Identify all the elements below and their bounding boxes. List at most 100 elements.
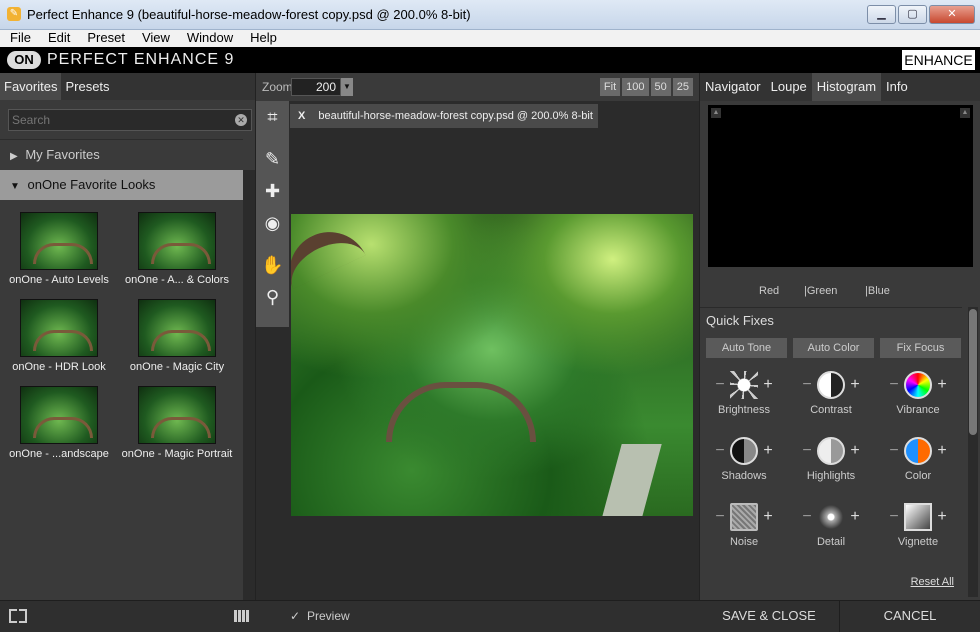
brush-tool-icon[interactable]: ✎: [256, 143, 289, 175]
left-scrollbar[interactable]: [243, 170, 255, 600]
fix-focus-button[interactable]: Fix Focus: [880, 338, 961, 358]
zoom-bar: Zoom 200 ▼ Fit 100 50 25: [256, 73, 699, 101]
tab-histogram[interactable]: Histogram: [811, 73, 882, 101]
decrease-icon[interactable]: −: [888, 508, 900, 526]
increase-icon[interactable]: +: [762, 508, 774, 526]
tab-info[interactable]: Info: [881, 73, 913, 101]
window-title: Perfect Enhance 9 (beautiful-horse-meado…: [27, 7, 471, 22]
maximize-button[interactable]: ▢: [898, 5, 927, 24]
minimize-button[interactable]: ▁: [867, 5, 896, 24]
red-eye-tool-icon[interactable]: ◉: [256, 207, 289, 239]
shadow-clip-icon[interactable]: ▲: [711, 108, 721, 118]
action-bar: SAVE & CLOSE CANCEL: [699, 600, 980, 632]
preset-landscape[interactable]: onOne - ...andscape: [0, 386, 118, 460]
qf-label: Contrast: [810, 404, 852, 416]
color-icon: [904, 437, 932, 465]
decrease-icon[interactable]: −: [888, 442, 900, 460]
cancel-button[interactable]: CANCEL: [840, 601, 980, 632]
document-tab-label: beautiful-horse-meadow-forest copy.psd @…: [318, 110, 593, 122]
qf-vibrance: − + Vibrance: [874, 369, 962, 416]
highlight-clip-icon[interactable]: ▲: [960, 108, 970, 118]
tab-navigator[interactable]: Navigator: [700, 73, 766, 101]
decrease-icon[interactable]: −: [714, 376, 726, 394]
menu-edit[interactable]: Edit: [38, 30, 77, 47]
increase-icon[interactable]: +: [849, 376, 861, 394]
search-box: ✕: [8, 109, 252, 131]
qf-label: Shadows: [721, 470, 767, 482]
preset-auto-levels[interactable]: onOne - Auto Levels: [0, 212, 118, 286]
auto-color-button[interactable]: Auto Color: [793, 338, 874, 358]
decrease-icon[interactable]: −: [801, 442, 813, 460]
increase-icon[interactable]: +: [762, 442, 774, 460]
close-button[interactable]: ✕: [929, 5, 975, 24]
decrease-icon[interactable]: −: [801, 376, 813, 394]
zoom-50-button[interactable]: 50: [650, 78, 671, 96]
increase-icon[interactable]: +: [849, 442, 861, 460]
zoom-tool-icon[interactable]: ⚲: [256, 281, 289, 313]
increase-icon[interactable]: +: [762, 376, 774, 394]
menu-file[interactable]: File: [0, 30, 38, 47]
split-view-icon[interactable]: [9, 609, 27, 623]
decrease-icon[interactable]: −: [888, 376, 900, 394]
tab-presets[interactable]: Presets: [61, 73, 113, 100]
preset-colors[interactable]: onOne - A... & Colors: [118, 212, 236, 286]
crop-tool-icon[interactable]: ⌗: [256, 101, 289, 133]
save-close-button[interactable]: SAVE & CLOSE: [699, 601, 840, 632]
qf-detail: − + Detail: [787, 501, 875, 548]
reset-all-link[interactable]: Reset All: [911, 576, 954, 588]
qf-highlights: − + Highlights: [787, 435, 875, 482]
preset-magic-portrait[interactable]: onOne - Magic Portrait: [118, 386, 236, 460]
increase-icon[interactable]: +: [936, 376, 948, 394]
preset-thumbnail: [138, 299, 216, 357]
menu-help[interactable]: Help: [240, 30, 284, 47]
search-input[interactable]: [9, 110, 229, 130]
menu-window[interactable]: Window: [177, 30, 240, 47]
group-favorite-looks[interactable]: ▼ onOne Favorite Looks: [0, 170, 243, 200]
increase-icon[interactable]: +: [936, 442, 948, 460]
bandage-tool-icon[interactable]: ✚: [256, 175, 289, 207]
increase-icon[interactable]: +: [849, 508, 861, 526]
zoom-dropdown-icon[interactable]: ▼: [341, 78, 353, 96]
zoom-25-button[interactable]: 25: [672, 78, 693, 96]
qf-label: Detail: [816, 536, 846, 548]
close-document-icon[interactable]: X: [298, 110, 305, 122]
histogram-channels: Red |Green |Blue: [700, 277, 975, 305]
qf-shadows: − + Shadows: [700, 435, 788, 482]
channel-red[interactable]: Red: [759, 285, 779, 297]
qf-label: Highlights: [806, 470, 856, 482]
thumbnail-size-icon[interactable]: [234, 610, 250, 622]
increase-icon[interactable]: +: [936, 508, 948, 526]
clear-search-icon[interactable]: ✕: [235, 114, 247, 126]
preset-label: onOne - Magic City: [129, 361, 225, 373]
shadows-icon: [730, 437, 758, 465]
tab-loupe[interactable]: Loupe: [766, 73, 812, 101]
enhance-mode-button[interactable]: ENHANCE: [902, 50, 975, 70]
menu-preset[interactable]: Preset: [77, 30, 132, 47]
menu-view[interactable]: View: [132, 30, 177, 47]
tab-favorites[interactable]: Favorites: [0, 73, 62, 100]
preset-magic-city[interactable]: onOne - Magic City: [118, 299, 236, 373]
preset-hdr-look[interactable]: onOne - HDR Look: [0, 299, 118, 373]
preview-checkbox[interactable]: ✓: [290, 609, 300, 623]
qf-contrast: − + Contrast: [787, 369, 875, 416]
window-title-bar: ✎ Perfect Enhance 9 (beautiful-horse-mea…: [0, 0, 980, 30]
decrease-icon[interactable]: −: [801, 508, 813, 526]
auto-tone-button[interactable]: Auto Tone: [706, 338, 787, 358]
channel-green[interactable]: |Green: [804, 285, 837, 297]
zoom-input[interactable]: 200: [291, 78, 341, 96]
qf-noise: − + Noise: [700, 501, 788, 548]
zoom-100-button[interactable]: 100: [622, 78, 649, 96]
zoom-fit-button[interactable]: Fit: [599, 78, 621, 96]
scrollbar-thumb[interactable]: [969, 309, 977, 435]
preset-label: onOne - A... & Colors: [125, 274, 229, 286]
right-scrollbar[interactable]: [968, 307, 978, 597]
decrease-icon[interactable]: −: [714, 508, 726, 526]
decrease-icon[interactable]: −: [714, 442, 726, 460]
hand-tool-icon[interactable]: ✋: [256, 249, 289, 281]
group-my-favorites[interactable]: ▶ My Favorites: [0, 139, 243, 169]
quick-fixes-header[interactable]: Quick Fixes: [700, 307, 962, 333]
document-image[interactable]: [291, 214, 693, 516]
document-tab[interactable]: X beautiful-horse-meadow-forest copy.psd…: [290, 104, 598, 128]
channel-blue[interactable]: |Blue: [865, 285, 890, 297]
vignette-icon: [904, 503, 932, 531]
